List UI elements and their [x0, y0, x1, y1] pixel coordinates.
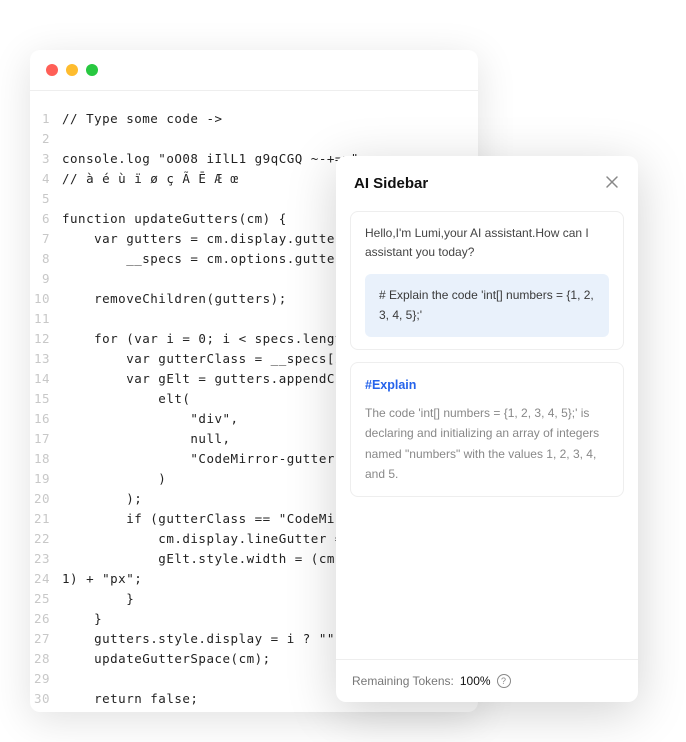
code-text: var gElt = gutters.appendChild(	[62, 369, 375, 389]
code-text: elt(	[62, 389, 190, 409]
code-text: "div",	[62, 409, 239, 429]
window-close-icon[interactable]	[46, 64, 58, 76]
user-query-bubble: # Explain the code 'int[] numbers = {1, …	[365, 274, 609, 336]
code-text: var gutterClass = __specs[i];	[62, 349, 359, 369]
explain-heading: #Explain	[365, 375, 609, 395]
line-number: 19	[30, 469, 62, 489]
line-number: 22	[30, 529, 62, 549]
line-number: 5	[30, 189, 62, 209]
code-text: var gutters = cm.display.gutters,	[62, 229, 359, 249]
line-number: 26	[30, 609, 62, 629]
code-text: function updateGutters(cm) {	[62, 209, 287, 229]
line-number: 20	[30, 489, 62, 509]
ai-sidebar: AI Sidebar Hello,I'm Lumi,your AI assist…	[336, 156, 638, 702]
window-controls	[30, 50, 478, 86]
sidebar-footer: Remaining Tokens: 100% ?	[336, 659, 638, 702]
line-number: 13	[30, 349, 62, 369]
code-text: 1) + "px";	[62, 569, 142, 589]
line-number: 10	[30, 289, 62, 309]
code-text: // Type some code ->	[62, 109, 223, 129]
code-text: // à é ù ï ø ç Ã Ē Æ œ	[62, 169, 239, 189]
line-number: 24	[30, 569, 62, 589]
code-line: 2	[30, 129, 478, 149]
close-icon[interactable]	[604, 174, 620, 193]
line-number: 14	[30, 369, 62, 389]
sidebar-header: AI Sidebar	[336, 156, 638, 207]
line-number: 15	[30, 389, 62, 409]
line-number: 17	[30, 429, 62, 449]
code-text: console.log "oO08 iIlL1 g9qCGQ ~-+=>";	[62, 149, 367, 169]
tokens-label: Remaining Tokens:	[352, 674, 454, 688]
code-line: 1// Type some code ->	[30, 109, 478, 129]
assistant-intro-bubble: Hello,I'm Lumi,your AI assistant.How can…	[350, 211, 624, 350]
code-text: }	[62, 589, 134, 609]
code-text: updateGutterSpace(cm);	[62, 649, 271, 669]
line-number: 18	[30, 449, 62, 469]
line-number: 30	[30, 689, 62, 709]
line-number: 12	[30, 329, 62, 349]
sidebar-title: AI Sidebar	[354, 175, 428, 192]
line-number: 11	[30, 309, 62, 329]
tokens-value: 100%	[460, 674, 491, 688]
code-text: __specs = cm.options.gutters;	[62, 249, 359, 269]
line-number: 4	[30, 169, 62, 189]
line-number: 7	[30, 229, 62, 249]
code-line: 31}	[30, 709, 478, 712]
code-text: return false;	[62, 689, 198, 709]
line-number: 2	[30, 129, 62, 149]
line-number: 8	[30, 249, 62, 269]
line-number: 28	[30, 649, 62, 669]
assistant-response-bubble: #Explain The code 'int[] numbers = {1, 2…	[350, 362, 624, 498]
line-number: 1	[30, 109, 62, 129]
line-number: 21	[30, 509, 62, 529]
line-number: 29	[30, 669, 62, 689]
code-text: )	[62, 469, 166, 489]
line-number: 3	[30, 149, 62, 169]
help-icon[interactable]: ?	[497, 674, 511, 688]
sidebar-body: Hello,I'm Lumi,your AI assistant.How can…	[336, 207, 638, 659]
line-number: 31	[30, 709, 62, 712]
line-number: 27	[30, 629, 62, 649]
code-text: );	[62, 489, 142, 509]
code-text: removeChildren(gutters);	[62, 289, 287, 309]
line-number: 25	[30, 589, 62, 609]
line-number: 16	[30, 409, 62, 429]
explain-body: The code 'int[] numbers = {1, 2, 3, 4, 5…	[365, 403, 609, 485]
line-number: 6	[30, 209, 62, 229]
window-maximize-icon[interactable]	[86, 64, 98, 76]
code-text: null,	[62, 429, 231, 449]
window-minimize-icon[interactable]	[66, 64, 78, 76]
assistant-intro-text: Hello,I'm Lumi,your AI assistant.How can…	[365, 224, 609, 262]
line-number: 9	[30, 269, 62, 289]
code-text: }	[62, 709, 70, 712]
line-number: 23	[30, 549, 62, 569]
code-text: }	[62, 609, 102, 629]
